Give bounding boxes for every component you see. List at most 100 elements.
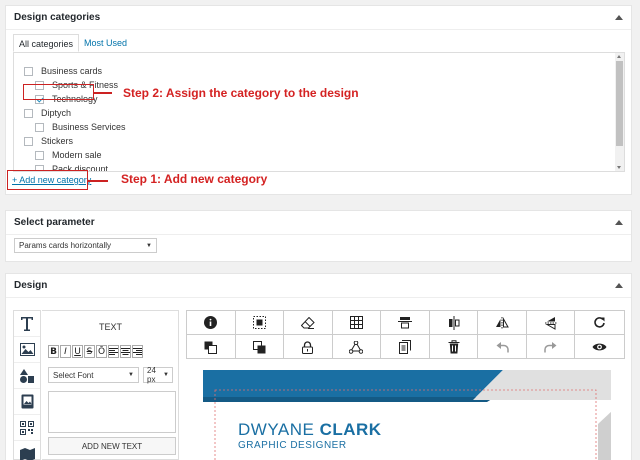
tool-sidebar xyxy=(13,310,41,460)
scrollbar[interactable] xyxy=(615,53,624,171)
shapes-tool-icon xyxy=(20,368,34,383)
category-item[interactable]: Stickers xyxy=(24,135,73,147)
panel-header[interactable]: Design xyxy=(6,274,631,298)
font-select-value: Select Font xyxy=(53,370,94,380)
text-panel-heading: TEXT xyxy=(98,322,122,332)
card-job-title[interactable]: GRAPHIC DESIGNER xyxy=(238,440,347,451)
tab-most-used[interactable]: Most Used xyxy=(79,34,132,52)
align-center-horizontal-icon xyxy=(397,316,412,328)
text-tool-button[interactable] xyxy=(14,311,40,337)
category-item[interactable]: Modern sale xyxy=(35,149,102,161)
align-center-button[interactable] xyxy=(120,345,131,358)
category-label: Stickers xyxy=(41,136,74,146)
parameter-select[interactable]: Params cards horizontally ▼ xyxy=(14,238,157,253)
annotation-step1: Step 1: Add new category xyxy=(121,172,268,186)
highlight-box-add-category xyxy=(7,170,88,190)
copy-button[interactable] xyxy=(381,335,430,359)
overline-button[interactable]: Ō xyxy=(96,345,107,358)
design-panel: Design TEXT B I U S Ō Select Font ▼ 24 p… xyxy=(5,273,632,460)
copy-icon xyxy=(398,340,411,354)
map-tool-button[interactable] xyxy=(14,441,40,460)
info-icon xyxy=(204,316,218,329)
align-vertical-center-button[interactable] xyxy=(429,311,479,335)
font-size-select[interactable]: 24 px ▼ xyxy=(143,366,173,384)
font-size-value: 24 px xyxy=(147,366,156,384)
category-tabs: All categories Most Used xyxy=(13,34,132,52)
checkbox[interactable] xyxy=(24,66,33,76)
map-tool-icon xyxy=(19,447,35,460)
undo-button[interactable] xyxy=(478,335,527,359)
font-family-select[interactable]: Select Font ▼ xyxy=(48,367,139,383)
collapse-arrow-icon[interactable] xyxy=(615,220,623,225)
category-label: Diptych xyxy=(41,108,72,118)
underline-button[interactable]: U xyxy=(72,345,83,358)
group-icon xyxy=(349,340,364,354)
align-horizontal-center-button[interactable] xyxy=(381,311,430,335)
eraser-icon xyxy=(300,316,315,329)
preview-button[interactable] xyxy=(575,335,624,359)
text-input-area[interactable] xyxy=(48,391,176,433)
align-center-icon xyxy=(121,347,130,355)
undo-icon xyxy=(496,341,509,352)
bring-forward-button[interactable] xyxy=(236,335,285,359)
shapes-tool-button[interactable] xyxy=(14,363,40,389)
panel-header[interactable]: Select parameter xyxy=(6,211,631,235)
send-backward-button[interactable] xyxy=(187,335,236,359)
category-item[interactable]: Business Services xyxy=(35,121,126,133)
panel-title: Select parameter xyxy=(14,217,95,228)
grid-button[interactable] xyxy=(332,311,382,335)
align-left-button[interactable] xyxy=(108,345,119,358)
panel-title: Design xyxy=(14,280,48,291)
category-item[interactable]: Diptych xyxy=(24,107,71,119)
qrcode-tool-button[interactable] xyxy=(14,415,40,441)
align-left-icon xyxy=(109,347,118,355)
category-item[interactable]: Business cards xyxy=(24,65,102,77)
align-right-button[interactable] xyxy=(132,345,143,358)
clipart-tool-button[interactable] xyxy=(14,389,40,415)
card-first-name: DWYANE xyxy=(238,420,315,439)
checkbox[interactable] xyxy=(35,150,44,160)
highlight-box-technology xyxy=(23,84,94,100)
tab-all-categories[interactable]: All categories xyxy=(13,34,80,52)
category-label: Business cards xyxy=(41,66,103,76)
add-new-text-button[interactable]: ADD NEW TEXT xyxy=(48,437,176,455)
checkbox[interactable] xyxy=(24,108,33,118)
flip-vertical-button[interactable] xyxy=(526,311,576,335)
reset-icon xyxy=(594,317,606,328)
panel-header[interactable]: Design categories xyxy=(6,6,631,30)
info-button[interactable] xyxy=(187,311,236,335)
checkbox[interactable] xyxy=(24,136,33,146)
collapse-arrow-icon[interactable] xyxy=(615,15,623,20)
card-last-name: CLARK xyxy=(319,420,382,439)
flip-horizontal-icon xyxy=(496,316,509,329)
strikethrough-button[interactable]: S xyxy=(84,345,95,358)
category-label: Business Services xyxy=(52,122,126,132)
collapse-arrow-icon[interactable] xyxy=(615,283,623,288)
panel-title: Design categories xyxy=(14,12,101,23)
select-all-button[interactable] xyxy=(235,311,285,335)
send-backward-icon xyxy=(204,341,218,354)
select-parameter-panel: Select parameter Params cards horizontal… xyxy=(5,210,632,262)
scroll-up-icon[interactable] xyxy=(617,55,621,58)
chevron-down-icon: ▼ xyxy=(146,242,152,249)
eraser-button[interactable] xyxy=(284,311,333,335)
align-center-vertical-icon xyxy=(448,315,460,330)
design-canvas[interactable]: DWYANE CLARK GRAPHIC DESIGNER xyxy=(203,370,611,460)
design-categories-panel: Design categories All categories Most Us… xyxy=(5,5,632,195)
group-button[interactable] xyxy=(333,335,382,359)
lock-button[interactable] xyxy=(284,335,333,359)
delete-button[interactable] xyxy=(430,335,479,359)
italic-button[interactable]: I xyxy=(60,345,71,358)
reset-button[interactable] xyxy=(575,311,624,335)
card-name[interactable]: DWYANE CLARK xyxy=(238,420,382,440)
scroll-thumb[interactable] xyxy=(616,61,623,146)
checkbox[interactable] xyxy=(35,122,44,132)
image-tool-button[interactable] xyxy=(14,337,40,363)
align-right-icon xyxy=(133,347,142,355)
design-toolbar xyxy=(186,310,625,359)
flip-horizontal-button[interactable] xyxy=(478,311,527,335)
scroll-down-icon[interactable] xyxy=(617,166,621,169)
redo-button[interactable] xyxy=(527,335,576,359)
bold-button[interactable]: B xyxy=(48,345,59,358)
annotation-connector xyxy=(94,92,112,94)
